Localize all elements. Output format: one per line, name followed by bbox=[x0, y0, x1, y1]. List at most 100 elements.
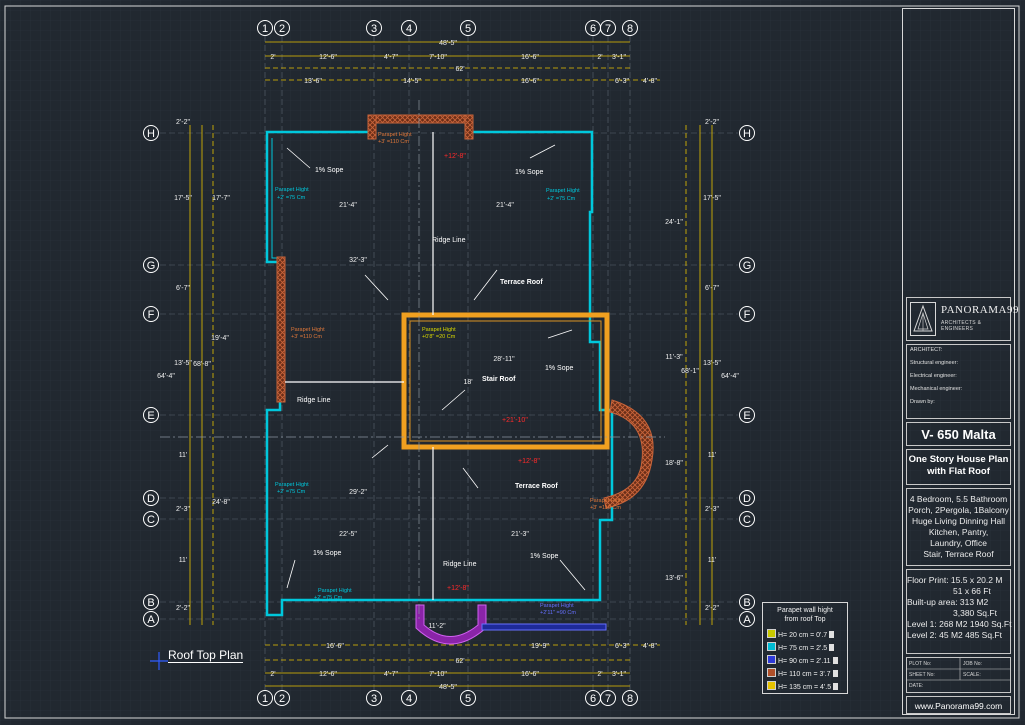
dimension-label: 17'-5" bbox=[174, 195, 192, 202]
dimension-label: 64'-4" bbox=[721, 373, 739, 380]
grid-row-bubble: E bbox=[739, 407, 755, 423]
terrace-roof-label: Terrace Roof bbox=[515, 483, 558, 490]
parapet-note: Parapet Hight bbox=[275, 482, 309, 488]
legend-swatch bbox=[767, 655, 776, 664]
dimension-label: 32'-3" bbox=[349, 257, 367, 264]
slope-note: 1% Sope bbox=[315, 167, 344, 174]
parapet-note: Parapet Hight bbox=[422, 327, 456, 333]
built-up-area-ft: 3,380 Sq.Ft bbox=[953, 608, 997, 618]
description-line: 4 Bedroom, 5.5 Bathroom bbox=[909, 494, 1008, 504]
svg-text:5: 5 bbox=[465, 693, 471, 705]
svg-text:5: 5 bbox=[465, 23, 471, 35]
legend-row: H= 20 cm = 0'.7 bbox=[767, 629, 835, 639]
dimension-label: 62' bbox=[455, 658, 464, 665]
dimension-label: 2'-2" bbox=[705, 605, 719, 612]
dimension-label: 24'-8" bbox=[212, 499, 230, 506]
parapet-note: Parapet Hight bbox=[540, 603, 574, 609]
dimension-label: 17'-5" bbox=[703, 195, 721, 202]
grid-row-bubble: F bbox=[143, 306, 159, 322]
company-name: PANORAMA99 bbox=[941, 304, 1019, 316]
dimension-label: 48'-5" bbox=[439, 684, 457, 691]
dimension-label: 22'-5" bbox=[339, 531, 357, 538]
svg-text:F: F bbox=[148, 309, 155, 321]
dimension-label: 21'-4" bbox=[496, 202, 514, 209]
plan-type-box: One Story House Plan with Flat Roof bbox=[906, 449, 1011, 485]
grid-column-bubble: 1 bbox=[257, 690, 273, 706]
svg-text:4: 4 bbox=[406, 23, 412, 35]
legend-row: H= 110 cm = 3'.7 bbox=[767, 668, 838, 678]
slope-note: 1% Sope bbox=[530, 553, 559, 560]
svg-text:D: D bbox=[147, 493, 155, 505]
level-mark: +21'-10" bbox=[502, 417, 528, 424]
dimension-label: 16'-6" bbox=[521, 54, 539, 61]
company-logo-icon bbox=[910, 302, 936, 336]
grid-column-bubble: 8 bbox=[622, 690, 638, 706]
svg-text:+2' =75 Cm: +2' =75 Cm bbox=[277, 489, 306, 495]
svg-text:+2' =75 Cm: +2' =75 Cm bbox=[314, 595, 343, 601]
dimension-label: 4'-8" bbox=[643, 643, 657, 650]
svg-text:G: G bbox=[743, 260, 752, 272]
grid-row-bubble: H bbox=[739, 125, 755, 141]
company-logo-box: PANORAMA99 ARCHITECTS & ENGINEERS bbox=[906, 297, 1018, 341]
area-stats-box: Floor Print: 15.5 x 20.2 M 51 x 66 Ft Bu… bbox=[906, 569, 1011, 654]
svg-text:4: 4 bbox=[406, 693, 412, 705]
grid-column-bubble: 1 bbox=[257, 20, 273, 36]
svg-text:8: 8 bbox=[627, 693, 633, 705]
sheet-meta-box: PLOT No: JOB No: SHEET No: SCALE: DATE: bbox=[906, 657, 1011, 693]
svg-text:+0'8" =20 Cm: +0'8" =20 Cm bbox=[422, 334, 456, 340]
level-mark: +12'-8" bbox=[518, 458, 540, 465]
role-structural: Structural engineer: bbox=[910, 360, 958, 366]
parapet-wall-110cm-top bbox=[367, 114, 474, 124]
floor-print-ft: 51 x 66 Ft bbox=[953, 586, 991, 596]
level-1-area: Level 1: 268 M2 1940 Sq.Ft bbox=[907, 619, 1012, 629]
dimension-label: 11' bbox=[708, 557, 717, 564]
dimension-label: 2' bbox=[597, 54, 602, 61]
svg-text:E: E bbox=[147, 410, 154, 422]
svg-text:H: H bbox=[743, 128, 751, 140]
svg-text:A: A bbox=[147, 614, 155, 626]
legend-row: H= 135 cm = 4'.5 bbox=[767, 681, 839, 691]
dimension-label: 2' bbox=[270, 54, 275, 61]
level-mark: +12'-8" bbox=[444, 153, 466, 160]
dimension-label: 2'-3" bbox=[705, 506, 719, 513]
svg-text:7: 7 bbox=[605, 23, 611, 35]
role-drawn-by: Drawn by: bbox=[910, 399, 935, 405]
dimension-label: 11' bbox=[179, 452, 188, 459]
svg-text:D: D bbox=[743, 493, 751, 505]
parapet-note: Parapet Hight bbox=[378, 132, 412, 138]
dimension-label: 2'-2" bbox=[176, 119, 190, 126]
dimension-label: 62' bbox=[455, 66, 464, 73]
grid-row-bubble: B bbox=[739, 594, 755, 610]
svg-text:2: 2 bbox=[279, 23, 285, 35]
dimension-label: 12'-6" bbox=[319, 54, 337, 61]
svg-text:2: 2 bbox=[279, 693, 285, 705]
dimension-label: 6'-3" bbox=[615, 643, 629, 650]
dimension-label: 3'-1" bbox=[612, 671, 626, 678]
dimension-label: 12'-6" bbox=[319, 671, 337, 678]
svg-text:B: B bbox=[743, 597, 750, 609]
dimension-label: 11' bbox=[708, 452, 717, 459]
grid-row-bubble: G bbox=[143, 257, 159, 273]
legend-title: Parapet wall hight from roof Top bbox=[777, 607, 833, 623]
parapet-wall-110cm-left bbox=[276, 256, 286, 403]
dimension-label: 18' bbox=[463, 379, 472, 386]
dimension-label: 48'-5" bbox=[439, 40, 457, 47]
roles-box: ARCHITECT: Structural engineer: Electric… bbox=[906, 344, 1011, 419]
project-name: V- 650 Malta bbox=[921, 427, 996, 442]
meta-grid bbox=[907, 658, 1010, 681]
plan-title: Roof Top Plan bbox=[168, 648, 244, 663]
svg-text:+3' =110 Cm: +3' =110 Cm bbox=[378, 139, 409, 145]
grid-column-bubble: 6 bbox=[585, 690, 601, 706]
parapet-note: Parapet Hight bbox=[546, 188, 580, 194]
grid-row-bubble: F bbox=[739, 306, 755, 322]
website-link[interactable]: www.Panorama99.com bbox=[907, 701, 1010, 711]
dimension-label: 6'-7" bbox=[176, 285, 190, 292]
svg-text:C: C bbox=[147, 514, 155, 526]
parapet-note: Parapet Hight bbox=[275, 187, 309, 193]
level-mark: +12'-8" bbox=[447, 585, 469, 592]
svg-text:3: 3 bbox=[371, 693, 377, 705]
description-box: 4 Bedroom, 5.5 Bathroom Porch, 2Pergola,… bbox=[906, 488, 1011, 566]
dimension-label: 4'-7" bbox=[384, 54, 398, 61]
grid-row-bubble: C bbox=[143, 511, 159, 527]
svg-text:F: F bbox=[744, 309, 751, 321]
